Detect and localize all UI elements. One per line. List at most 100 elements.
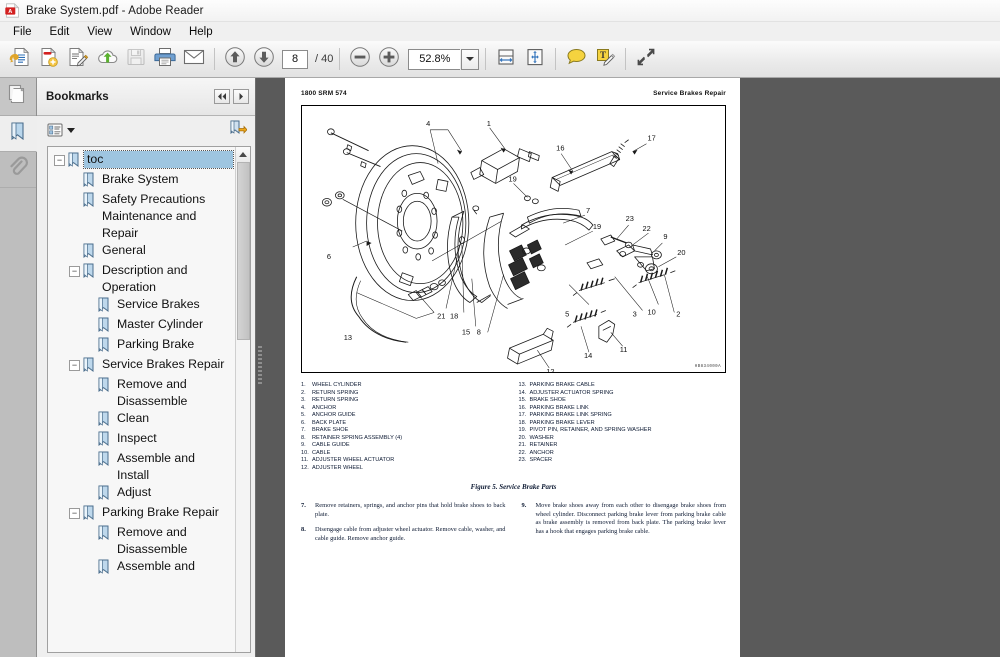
bookmark-item[interactable]: Assemble and [48,558,235,578]
rail-item-page-thumbnails[interactable] [0,78,36,116]
scrollbar-thumb[interactable] [236,162,250,340]
create-pdf-button[interactable] [35,45,63,73]
workspace: Bookmarks − toc Brake System Safety Prec… [0,78,1000,657]
bookmark-options-button[interactable] [47,123,75,138]
legend-number: 13. [518,382,527,388]
print-button[interactable] [151,45,179,73]
bookmark-label[interactable]: toc [83,150,234,169]
bookmark-expand-toggle[interactable]: − [54,155,65,166]
next-page-button[interactable] [250,45,278,73]
fit-page-button[interactable] [521,45,549,73]
bookmarks-next-button[interactable] [233,89,249,104]
bookmark-expand-toggle[interactable]: − [69,266,80,277]
page-number-input[interactable]: 8 [282,49,308,69]
menu-view[interactable]: View [79,24,120,40]
bookmark-item[interactable]: Safety Precautions Maintenance and Repai… [48,191,235,242]
steps-column-right: 9. Move brake shoes away from each other … [522,502,727,550]
bookmark-item[interactable]: − Parking Brake Repair [48,504,235,524]
bookmark-item[interactable]: Inspect [48,430,235,450]
page-total-label: / 40 [315,53,334,65]
toolbar-separator-4 [555,48,557,70]
svg-text:T: T [600,50,606,60]
bookmarks-tree-container: − toc Brake System Safety Precautions Ma… [47,146,251,653]
open-file-button[interactable] [6,45,34,73]
rail-item-bookmarks[interactable] [0,116,37,152]
legend-item: 5. ANCHOR GUIDE [301,412,509,420]
bookmark-item[interactable]: Assemble and Install [48,450,235,484]
bookmark-label[interactable]: Parking Brake Repair [99,504,222,521]
bookmark-label[interactable]: Remove and Disassemble [114,524,233,558]
legend-item: 18. PARKING BRAKE LEVER [519,420,727,428]
legend-item: 9. CABLE GUIDE [301,442,509,450]
edit-pdf-button[interactable] [64,45,92,73]
zoom-dropdown-button[interactable] [461,48,480,70]
comment-button[interactable] [562,45,590,73]
new-bookmark-button[interactable] [229,119,248,142]
bookmark-label[interactable]: Master Cylinder [114,316,206,333]
drawing-reference-code: HB834000A [694,365,721,369]
bookmark-expand-toggle[interactable]: − [69,360,80,371]
zoom-level-input[interactable]: 52.8% [408,48,461,70]
bookmark-item[interactable]: General [48,242,235,262]
svg-text:6: 6 [327,252,331,261]
bookmark-item[interactable]: − Description and Operation [48,262,235,296]
bookmark-icon [82,263,96,279]
svg-text:3: 3 [633,309,637,318]
menu-window[interactable]: Window [122,24,179,40]
menu-help[interactable]: Help [181,24,221,40]
bookmark-label[interactable]: Safety Precautions Maintenance and Repai… [99,191,233,242]
step-text: Disengage cable from adjuster wheel actu… [315,526,506,542]
text-markup-button[interactable]: T [591,45,619,73]
document-viewer[interactable]: 1800 SRM 574 Service Brakes Repair 1 2 3… [263,78,1000,657]
step-text: Remove retainers, springs, and anchor pi… [315,502,506,518]
bookmark-label[interactable]: Adjust [114,484,154,501]
menu-edit[interactable]: Edit [42,24,78,40]
bookmark-item[interactable]: Service Brakes [48,296,235,316]
zoom-in-button[interactable] [375,45,403,73]
bookmark-label[interactable]: Remove and Disassemble [114,376,233,410]
legend-text: RETURN SPRING [312,397,359,403]
bookmark-expand-toggle[interactable]: − [69,508,80,519]
bookmark-item[interactable]: Brake System [48,171,235,191]
svg-text:8: 8 [477,327,481,336]
zoom-out-button[interactable] [346,45,374,73]
panel-splitter[interactable] [256,78,263,657]
bookmark-item[interactable]: Remove and Disassemble [48,524,235,558]
bookmark-label[interactable]: Assemble and Install [114,450,233,484]
menu-file[interactable]: File [5,24,40,40]
save-button[interactable] [122,45,150,73]
bookmark-label[interactable]: Service Brakes Repair [99,356,227,373]
scroll-up-button[interactable] [235,147,250,162]
bookmarks-tree[interactable]: − toc Brake System Safety Precautions Ma… [48,147,235,652]
bookmark-label[interactable]: Inspect [114,430,160,447]
bookmarks-scrollbar[interactable] [235,147,250,652]
previous-page-button[interactable] [221,45,249,73]
fit-width-button[interactable] [492,45,520,73]
bookmark-label[interactable]: General [99,242,149,259]
legend-text: ADJUSTER ACTUATOR SPRING [529,389,614,396]
bookmark-label[interactable]: Parking Brake [114,336,197,353]
legend-number: 15. [518,397,527,403]
bookmark-item[interactable]: − toc [48,150,235,171]
bookmark-item[interactable]: Master Cylinder [48,316,235,336]
fullscreen-button[interactable] [632,45,660,73]
rail-item-attachments[interactable] [0,152,36,188]
bookmark-item[interactable]: Clean [48,410,235,430]
svg-text:4: 4 [426,119,430,128]
legend-number: 3. [301,397,306,403]
bookmark-label[interactable]: Description and Operation [99,262,233,296]
open-file-icon [9,46,31,73]
bookmark-label[interactable]: Brake System [99,171,182,188]
bookmarks-prev-button[interactable] [214,89,230,104]
bookmark-item[interactable]: Remove and Disassemble [48,376,235,410]
email-button[interactable] [180,45,208,73]
legend-item: 21. RETAINER [519,442,727,450]
bookmark-label[interactable]: Service Brakes [114,296,203,313]
bookmark-item[interactable]: Parking Brake [48,336,235,356]
bookmark-label[interactable]: Clean [114,410,152,427]
upload-cloud-button[interactable] [93,45,121,73]
bookmark-item[interactable]: − Service Brakes Repair [48,356,235,376]
bookmark-label[interactable]: Assemble and [114,558,198,575]
scrollbar-track[interactable] [235,162,250,652]
bookmark-item[interactable]: Adjust [48,484,235,504]
